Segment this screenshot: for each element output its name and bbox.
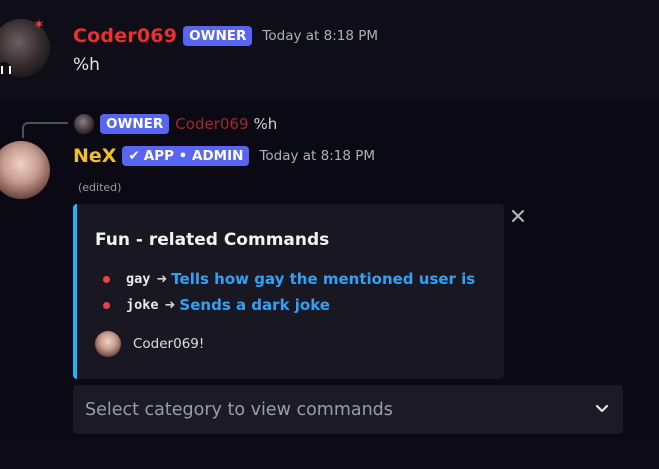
commands-embed: Fun - related Commands gay ➜ Tells how g… <box>73 204 504 379</box>
author-name[interactable]: Coder069 <box>73 25 177 47</box>
owner-badge: OWNER <box>100 114 170 134</box>
command-description: Sends a dark joke <box>179 296 330 314</box>
timestamp: Today at 8:18 PM <box>259 148 376 164</box>
reply-spine <box>22 122 68 138</box>
chat-bottom <box>0 438 659 469</box>
arrow-icon: ➜ <box>156 271 168 287</box>
footer-text: Coder069! <box>133 336 205 352</box>
edited-label: (edited) <box>78 181 122 194</box>
command-description: Tells how gay the mentioned user is <box>171 270 476 288</box>
arrow-icon: ➜ <box>164 297 176 313</box>
timestamp: Today at 8:18 PM <box>262 28 379 44</box>
command-name: gay <box>126 271 151 287</box>
chevron-down-icon <box>595 404 609 416</box>
embed-footer: Coder069! <box>95 331 204 357</box>
command-item: joke ➜ Sends a dark joke <box>103 296 330 314</box>
bullet-icon <box>103 301 110 309</box>
select-placeholder: Select category to view commands <box>85 399 393 420</box>
embed-title: Fun - related Commands <box>95 230 330 250</box>
command-item: gay ➜ Tells how gay the mentioned user i… <box>103 270 475 288</box>
message-content: %h <box>73 55 100 75</box>
close-icon[interactable] <box>509 207 527 225</box>
check-icon: ✔ <box>128 148 140 164</box>
reply-avatar[interactable] <box>74 114 94 134</box>
command-name: joke <box>126 297 159 313</box>
message1-header: Coder069 OWNER Today at 8:18 PM <box>73 25 378 47</box>
message-background <box>0 0 659 100</box>
message2-header: NeX ✔ APP • ADMIN Today at 8:18 PM <box>73 145 375 167</box>
reply-reference[interactable]: OWNER Coder069 %h <box>100 114 277 134</box>
owner-badge: OWNER <box>183 26 253 46</box>
footer-avatar <box>95 331 121 357</box>
app-admin-badge: ✔ APP • ADMIN <box>122 146 250 166</box>
close-icon-svg <box>512 210 524 222</box>
angry-emoji-icon: ✶ <box>33 17 45 33</box>
chat-area: ✶ Coder069 OWNER Today at 8:18 PM %h OWN… <box>0 0 659 469</box>
badge-label: APP • ADMIN <box>143 148 244 164</box>
category-select[interactable]: Select category to view commands <box>73 385 623 434</box>
reply-content: %h <box>253 115 278 133</box>
author-name[interactable]: NeX <box>73 145 116 167</box>
bullet-icon <box>103 275 110 283</box>
reply-author[interactable]: Coder069 <box>175 115 248 133</box>
